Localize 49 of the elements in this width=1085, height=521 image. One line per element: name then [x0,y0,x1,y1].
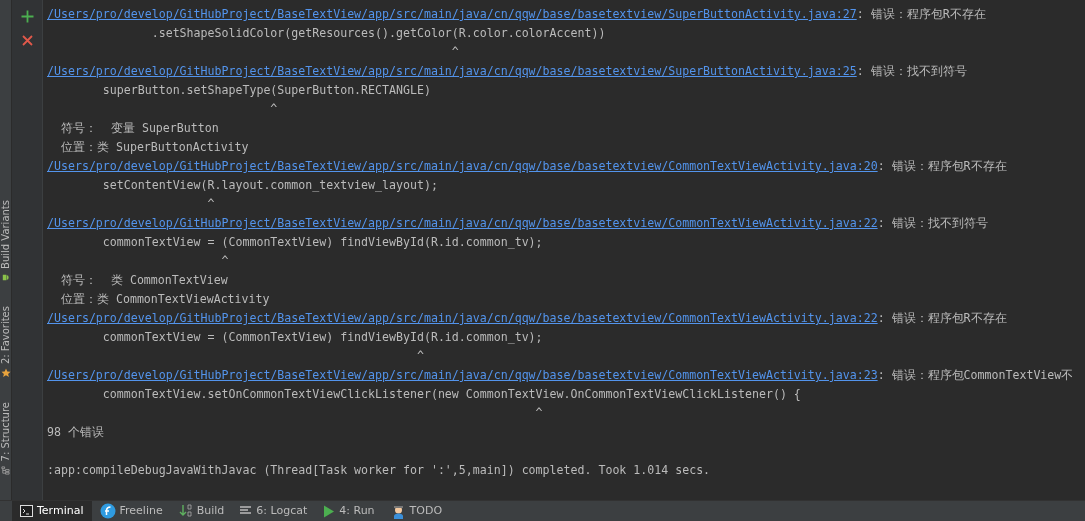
console-line: ^ [269,101,278,118]
error-message: : 错误：找不到符号 [877,215,988,232]
error-message: : 错误：程序包R不存在 [856,6,986,23]
run-icon [323,504,336,518]
side-tab[interactable]: 7: Structure [0,402,11,475]
file-link[interactable]: /Users/pro/develop/GitHubProject/BaseTextView/app/src/main/java/cn/qqw/base/basetextview/CommonTextViewActivity.java:20 [47,157,878,176]
console-line: ^ [206,196,215,213]
console-line: commonTextView = (CommonTextView) findViewById(R.id.common_tv); [101,329,543,346]
tool-window-tab[interactable]: Freeline [91,501,171,521]
console-line: ^ [415,348,424,365]
add-button[interactable] [19,8,35,24]
star-icon [0,368,11,379]
console-line: commonTextView = (CommonTextView) findViewById(R.id.common_tv); [101,234,543,251]
file-link[interactable]: /Users/pro/develop/GitHubProject/BaseTextView/app/src/main/java/cn/qqw/base/basetextview/SuperButtonActivity.java:25 [47,62,857,81]
build-icon [178,504,193,518]
file-link[interactable]: /Users/pro/develop/GitHubProject/BaseTextView/app/src/main/java/cn/qqw/base/basetextview/CommonTextViewActivity.java:23 [47,366,878,385]
logcat-icon [240,506,253,516]
console-line: superButton.setShapeType(SuperButton.RECTANGLE) [101,82,431,99]
console-line: setContentView(R.layout.common_textview_layout); [101,177,438,194]
android-icon [1,272,10,282]
tool-window-tab[interactable]: TODO [382,501,451,521]
close-button[interactable] [19,32,35,48]
terminal-icon [20,505,33,517]
console-line: 位置：类 SuperButtonActivity [59,139,249,156]
error-message: : 错误：程序包R不存在 [877,158,1007,175]
side-tab[interactable]: 2: Favorites [0,305,11,379]
file-link[interactable]: /Users/pro/develop/GitHubProject/BaseTextView/app/src/main/java/cn/qqw/base/basetextview/SuperButtonActivity.java:27 [47,5,857,24]
file-link[interactable]: /Users/pro/develop/GitHubProject/BaseTextView/app/src/main/java/cn/qqw/base/basetextview/CommonTextViewActivity.java:22 [47,309,878,328]
console-line: ^ [220,253,229,270]
console-line: 符号： 类 CommonTextView [59,272,228,289]
console-line: .setShapeSolidColor(getResources().getColor(R.color.colorAccent)) [150,25,606,42]
freeline-icon [99,503,116,519]
tool-window-tab[interactable]: 4: Run [315,501,383,521]
console-line: 位置：类 CommonTextViewActivity [59,291,270,308]
console-line: ^ [450,44,459,61]
console-line: ^ [534,405,543,422]
file-link[interactable]: /Users/pro/develop/GitHubProject/BaseTextView/app/src/main/java/cn/qqw/base/basetextview/CommonTextViewActivity.java:22 [47,214,878,233]
tool-window-tab[interactable]: Terminal [12,501,92,521]
console-line: 98 个错误 [47,424,104,441]
tool-window-tab[interactable]: Build [170,501,233,521]
structure-icon [1,465,10,475]
error-message: : 错误：程序包R不存在 [877,310,1007,327]
console-line: 符号： 变量 SuperButton [59,120,219,137]
tool-window-tab[interactable]: 6: Logcat [232,501,316,521]
error-message: : 错误：找不到符号 [856,63,967,80]
side-tab[interactable]: Build Variants [0,200,11,282]
error-message: : 错误：程序包CommonTextView不 [877,367,1074,384]
console-line: :app:compileDebugJavaWithJavac (Thread[Task worker for ':',5,main]) completed. Took 1.014 secs. [47,462,711,479]
console-line: commonTextView.setOnCommonTextViewClickListener(new CommonTextView.OnCommonTextViewClickListener() { [101,386,801,403]
